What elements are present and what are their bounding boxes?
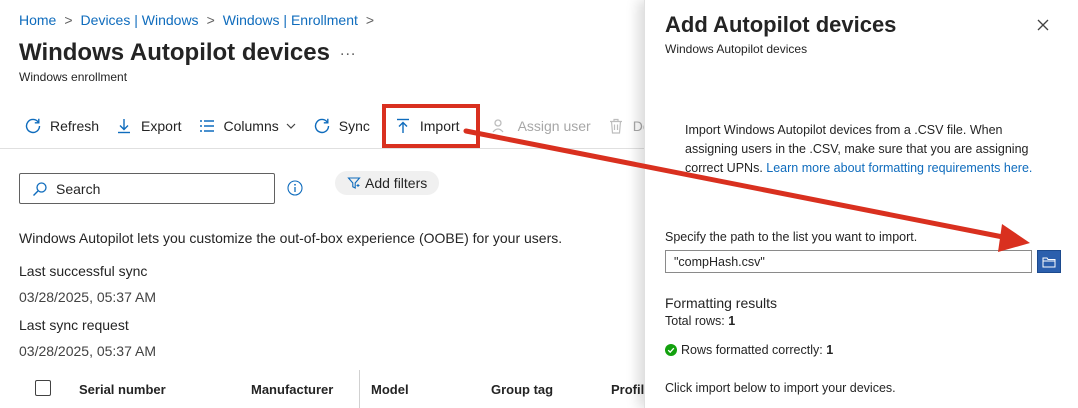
- person-search-icon: [492, 119, 504, 133]
- panel-subtitle: Windows Autopilot devices: [665, 42, 808, 56]
- column-header-profile[interactable]: Profil: [611, 382, 644, 397]
- columns-icon: [199, 120, 214, 132]
- sync-icon: [314, 118, 329, 134]
- add-filters-button[interactable]: Add filters: [335, 171, 440, 195]
- import-button[interactable]: Import: [381, 104, 480, 148]
- add-autopilot-devices-panel: Add Autopilot devices Windows Autopilot …: [644, 0, 1078, 408]
- main-page: Home > Devices | Windows > Windows | Enr…: [0, 0, 644, 408]
- breadcrumb-separator: >: [365, 12, 375, 28]
- chevron-down-icon: [286, 123, 296, 129]
- last-successful-sync-label: Last successful sync: [19, 263, 148, 279]
- column-header-group-tag[interactable]: Group tag: [491, 382, 553, 397]
- breadcrumb-devices-windows[interactable]: Devices | Windows: [81, 12, 199, 28]
- assign-user-label: Assign user: [517, 118, 591, 134]
- import-instruction: Click import below to import your device…: [665, 381, 896, 395]
- command-bar: Refresh Export Columns Sync Import Assig…: [16, 104, 644, 148]
- columns-label: Columns: [223, 118, 279, 134]
- more-options-button[interactable]: ...: [340, 42, 356, 60]
- toolbar-divider: [0, 148, 644, 149]
- rows-formatted-correctly: Rows formatted correctly: 1: [665, 343, 833, 357]
- breadcrumb: Home > Devices | Windows > Windows | Enr…: [19, 12, 382, 28]
- columns-button[interactable]: Columns: [190, 110, 305, 142]
- info-icon[interactable]: [287, 180, 303, 196]
- total-rows: Total rows: 1: [665, 314, 735, 328]
- import-label: Import: [419, 118, 460, 134]
- last-sync-request-label: Last sync request: [19, 317, 129, 333]
- breadcrumb-separator: >: [206, 12, 215, 28]
- delete-label: Delete: [632, 118, 644, 134]
- browse-file-button[interactable]: [1037, 250, 1061, 273]
- last-sync-request-value: 03/28/2025, 05:37 AM: [19, 343, 156, 359]
- search-input[interactable]: [56, 180, 246, 197]
- rows-ok-label: Rows formatted correctly:: [681, 343, 823, 357]
- add-filters-label: Add filters: [365, 175, 428, 191]
- delete-button[interactable]: Delete: [599, 110, 644, 142]
- column-header-serial-number[interactable]: Serial number: [79, 382, 166, 397]
- sync-label: Sync: [338, 118, 370, 134]
- upload-icon: [396, 118, 409, 133]
- assign-user-button[interactable]: Assign user: [484, 110, 599, 142]
- refresh-label: Refresh: [50, 118, 100, 134]
- folder-icon: [1042, 257, 1056, 267]
- column-header-manufacturer[interactable]: Manufacturer: [251, 382, 333, 397]
- page-title: Windows Autopilot devices: [19, 39, 330, 66]
- refresh-icon: [25, 118, 41, 134]
- last-successful-sync-value: 03/28/2025, 05:37 AM: [19, 289, 156, 305]
- filter-icon: [347, 177, 361, 189]
- close-icon[interactable]: [1033, 15, 1053, 35]
- select-all-checkbox[interactable]: [35, 380, 51, 396]
- file-path-input[interactable]: [665, 250, 1032, 273]
- export-label: Export: [141, 118, 182, 134]
- column-header-model[interactable]: Model: [371, 382, 409, 397]
- search-box[interactable]: [19, 173, 275, 204]
- breadcrumb-home[interactable]: Home: [19, 12, 56, 28]
- column-resize-handle[interactable]: [359, 370, 360, 408]
- refresh-button[interactable]: Refresh: [16, 110, 107, 142]
- breadcrumb-separator: >: [64, 12, 73, 28]
- devices-table-header: Serial number Manufacturer Model Group t…: [0, 370, 644, 408]
- autopilot-description: Windows Autopilot lets you customize the…: [19, 230, 563, 246]
- breadcrumb-windows-enrollment[interactable]: Windows | Enrollment: [223, 12, 358, 28]
- path-label: Specify the path to the list you want to…: [665, 230, 918, 244]
- export-button[interactable]: Export: [107, 110, 189, 142]
- page-subtitle: Windows enrollment: [19, 70, 128, 84]
- panel-title: Add Autopilot devices: [665, 12, 897, 37]
- panel-description: Import Windows Autopilot devices from a …: [685, 121, 1045, 178]
- download-icon: [118, 119, 131, 134]
- total-rows-label: Total rows:: [665, 314, 725, 328]
- rows-ok-value: 1: [826, 343, 834, 357]
- success-check-icon: [665, 344, 677, 356]
- trash-icon: [609, 118, 622, 134]
- sync-button[interactable]: Sync: [305, 110, 378, 142]
- total-rows-value: 1: [728, 314, 736, 328]
- search-icon: [33, 181, 47, 196]
- formatting-results-title: Formatting results: [665, 295, 778, 311]
- learn-more-link[interactable]: Learn more about formatting requirements…: [766, 161, 1032, 175]
